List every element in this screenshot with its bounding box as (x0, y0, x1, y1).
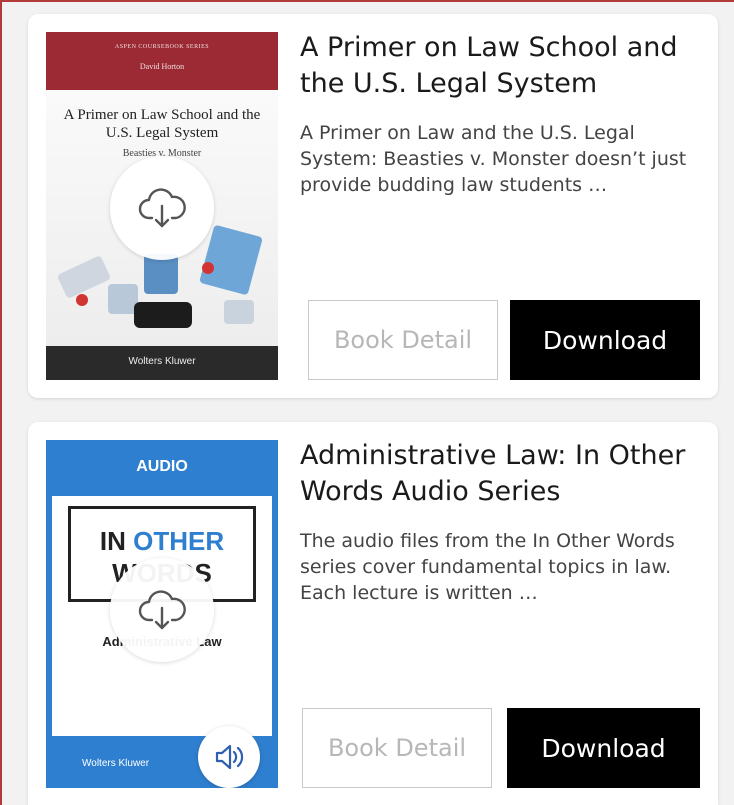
download-button[interactable]: Download (507, 708, 700, 788)
cover-top-band (46, 32, 278, 90)
frame-left-border (0, 0, 2, 805)
robot-illustration (144, 254, 178, 294)
book-cover[interactable]: AUDIO IN OTHER WORDS Administrative Law … (46, 440, 278, 788)
frame-top-border (0, 0, 734, 2)
cloud-download-overlay[interactable] (110, 156, 214, 260)
book-description: A Primer on Law and the U.S. Legal Syste… (300, 122, 687, 196)
cover-author: David Horton (139, 62, 185, 71)
book-title[interactable]: A Primer on Law School and the U.S. Lega… (300, 30, 710, 102)
cloud-download-overlay[interactable] (110, 558, 214, 662)
audio-indicator (198, 726, 260, 788)
book-card[interactable]: AUDIO IN OTHER WORDS Administrative Law … (28, 422, 718, 805)
cover-series: ASPEN COURSEBOOK SERIES (114, 44, 210, 50)
book-detail-button[interactable]: Book Detail (302, 708, 492, 788)
cover-publisher: Wolters Kluwer (128, 356, 196, 367)
robot-accent (76, 294, 88, 306)
robot-illustration (224, 300, 254, 324)
cover-word-in: IN (99, 526, 126, 556)
book-detail-button[interactable]: Book Detail (308, 300, 498, 380)
book-title[interactable]: Administrative Law: In Other Words Audio… (300, 438, 710, 510)
book-card[interactable]: ASPEN COURSEBOOK SERIES David Horton A P… (28, 14, 718, 398)
cloud-download-icon (138, 590, 186, 630)
cover-word-other: OTHER (133, 526, 225, 556)
cover-title: A Primer on Law School and the U.S. Lega… (63, 107, 261, 141)
book-description: The audio files from the In Other Words … (300, 530, 675, 604)
boombox-illustration (134, 302, 192, 328)
cloud-download-icon (138, 188, 186, 228)
cover-audio-badge: AUDIO (136, 458, 188, 475)
book-cover[interactable]: ASPEN COURSEBOOK SERIES David Horton A P… (46, 32, 278, 380)
download-button[interactable]: Download (510, 300, 700, 380)
cover-publisher: Wolters Kluwer (82, 758, 150, 769)
audio-speaker-icon (215, 744, 244, 770)
cover-title-line1: IN OTHER (46, 526, 278, 557)
robot-accent (202, 262, 214, 274)
